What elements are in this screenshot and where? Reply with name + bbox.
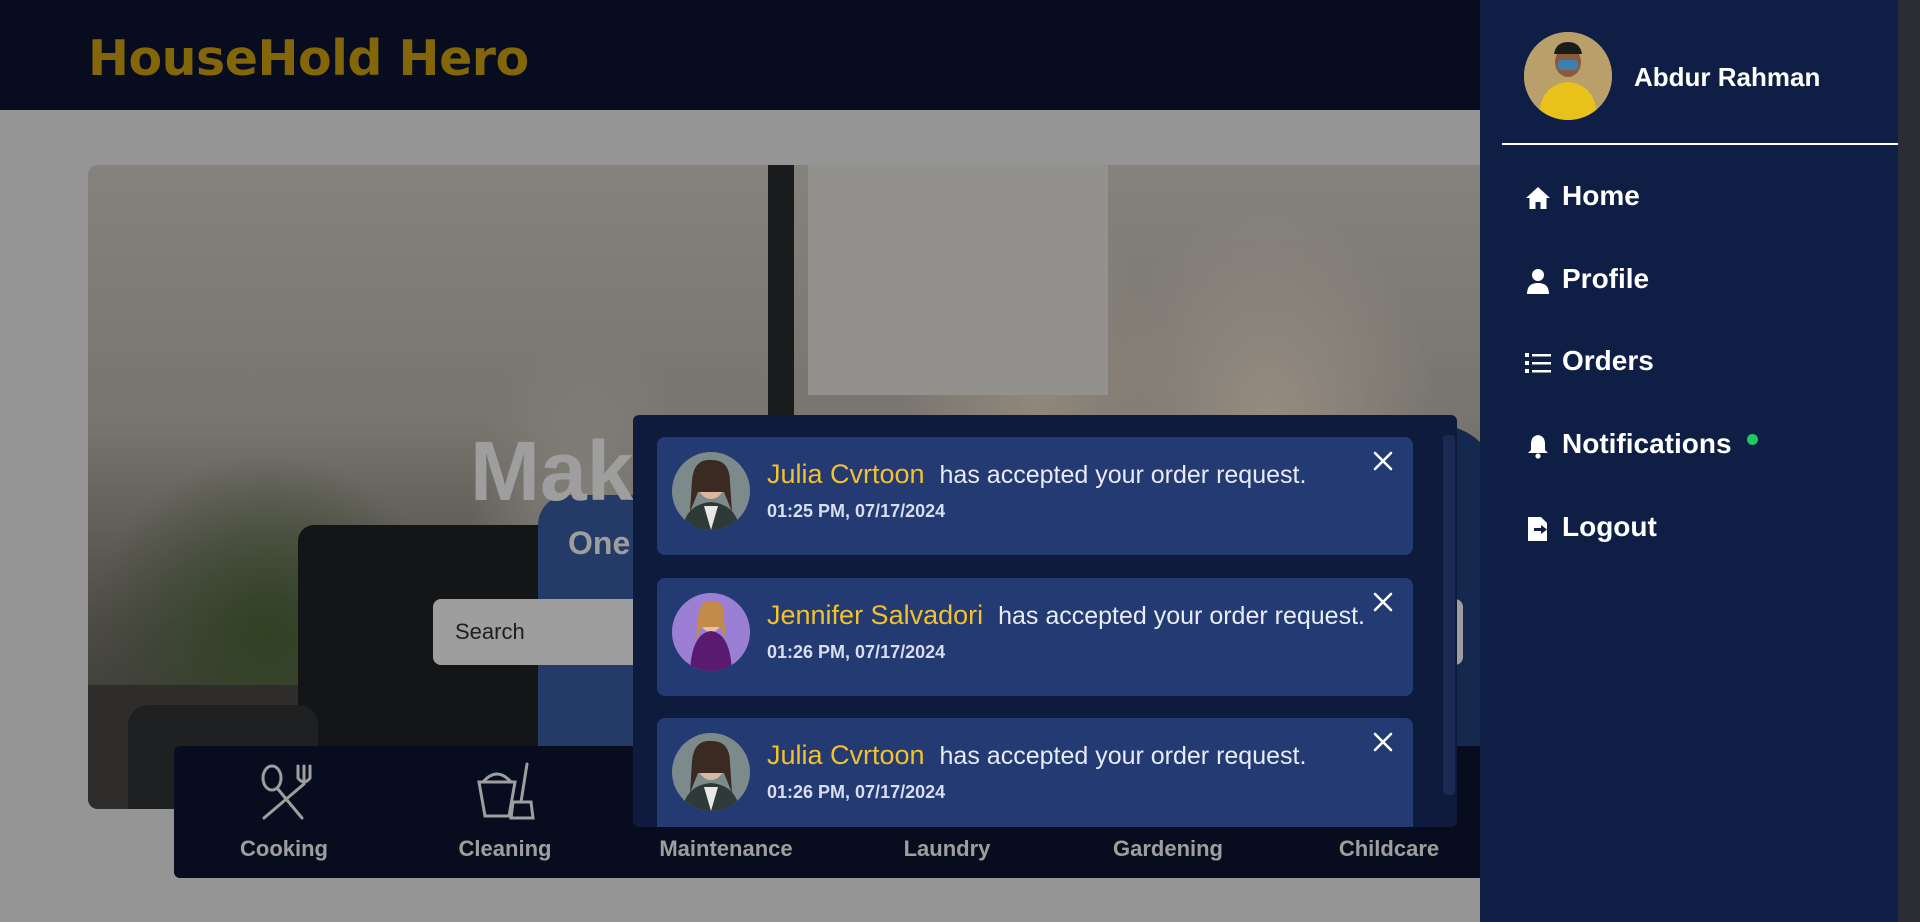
nav-item-profile[interactable]: Profile (1524, 259, 1704, 303)
nav-item-notifications[interactable]: Notifications (1524, 424, 1784, 468)
notification-timestamp: 01:25 PM, 07/17/2024 (767, 501, 946, 521)
nav-item-label: Profile (1562, 263, 1650, 294)
notification-sender-name[interactable]: Jennifer Salvadori (767, 600, 983, 630)
nav-item-label: Orders (1562, 345, 1654, 376)
notifications-panel: Julia Cvrtoon has accepted your order re… (633, 415, 1457, 827)
home-icon (1526, 187, 1550, 209)
nav-item-label: Home (1562, 180, 1640, 211)
logout-icon (1528, 517, 1547, 541)
notification-message: has accepted your order request. (939, 742, 1307, 770)
nav-item-label: Logout (1562, 511, 1657, 542)
user-icon (1527, 269, 1549, 294)
notification-message: has accepted your order request. (939, 461, 1307, 489)
nav-item-orders[interactable]: Orders (1524, 341, 1704, 385)
notification-sender-name[interactable]: Julia Cvrtoon (767, 459, 925, 489)
nav-item-home[interactable]: Home (1524, 176, 1704, 220)
page-scrollbar[interactable] (1898, 0, 1920, 922)
notification-timestamp: 01:26 PM, 07/17/2024 (767, 782, 946, 802)
close-icon[interactable] (1369, 728, 1397, 756)
nav-item-logout[interactable]: Logout (1524, 507, 1704, 551)
list-icon (1525, 353, 1551, 373)
close-icon[interactable] (1369, 447, 1397, 475)
divider (1502, 143, 1898, 145)
new-notification-dot (1747, 434, 1758, 445)
nav-item-label: Notifications (1562, 428, 1732, 459)
notification-card[interactable]: Julia Cvrtoon has accepted your order re… (657, 437, 1413, 555)
close-icon[interactable] (1369, 588, 1397, 616)
user-name: Abdur Rahman (1634, 62, 1821, 92)
avatar[interactable] (1524, 32, 1612, 120)
notification-card[interactable]: Julia Cvrtoon has accepted your order re… (657, 718, 1413, 827)
avatar (672, 452, 750, 530)
notifications-scrollbar[interactable] (1443, 435, 1455, 795)
avatar (672, 733, 750, 811)
notification-sender-name[interactable]: Julia Cvrtoon (767, 740, 925, 770)
bell-icon (1528, 435, 1548, 459)
side-drawer: Abdur Rahman Home Profile Orders Notific… (1480, 0, 1898, 922)
notification-card[interactable]: Jennifer Salvadori has accepted your ord… (657, 578, 1413, 696)
notification-timestamp: 01:26 PM, 07/17/2024 (767, 642, 946, 662)
notification-message: has accepted your order request. (998, 602, 1365, 630)
avatar (672, 593, 750, 671)
